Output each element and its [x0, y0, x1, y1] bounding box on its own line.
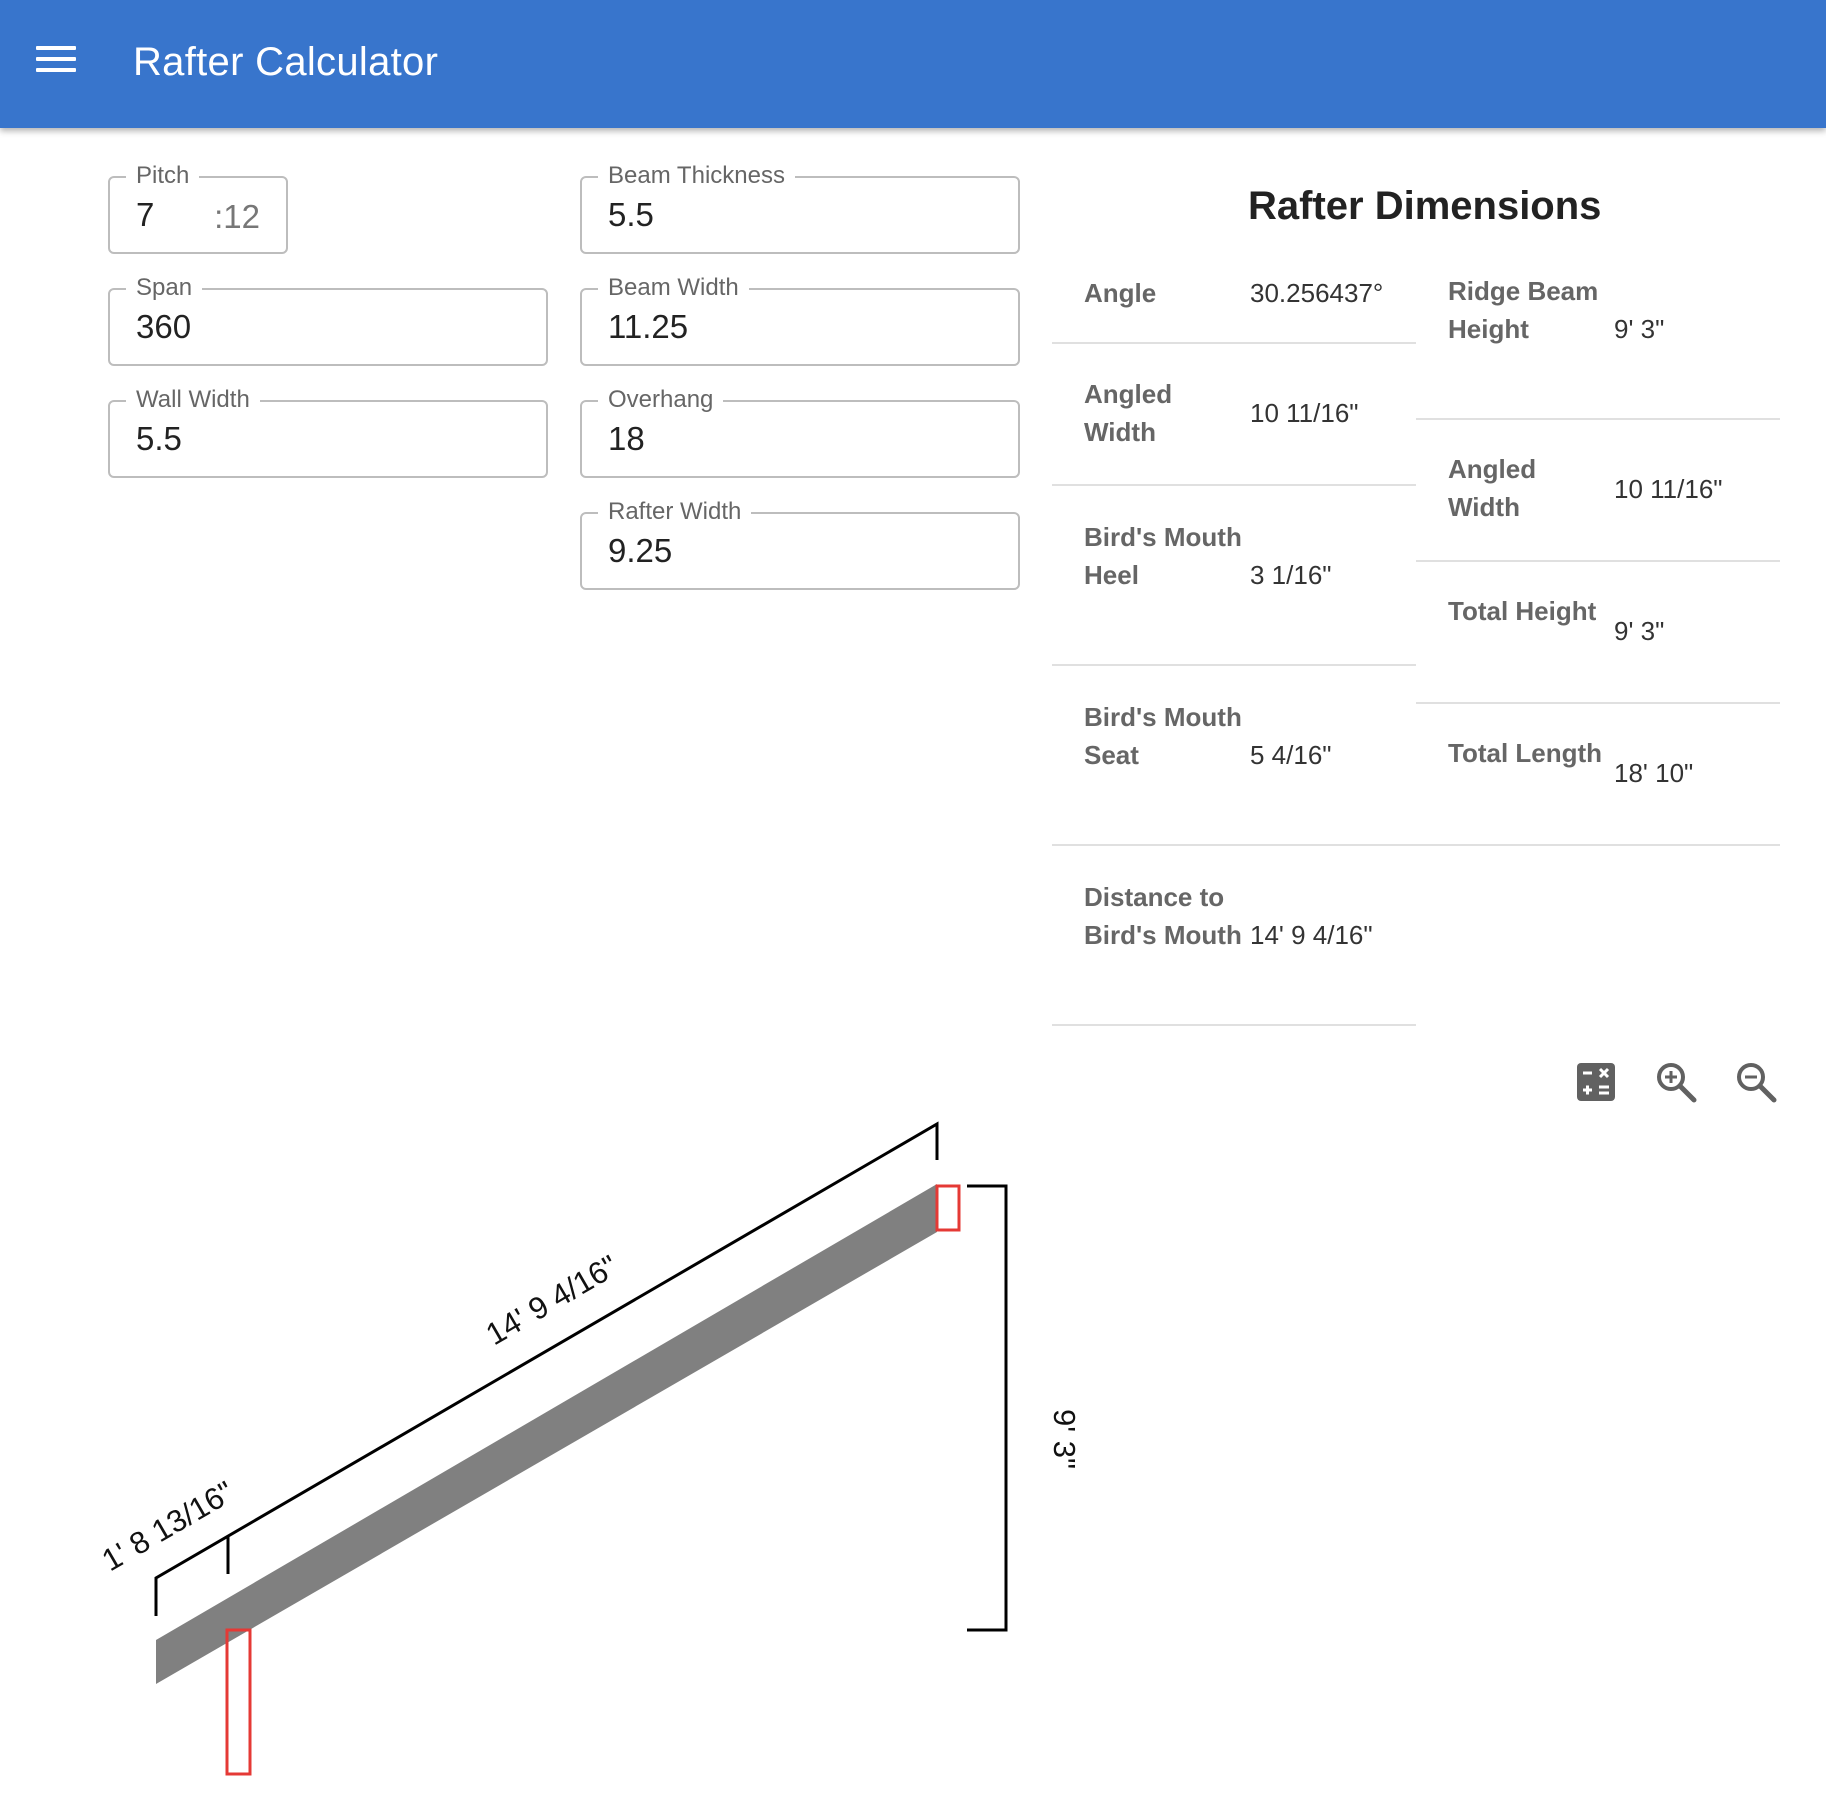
zoom-out-icon[interactable] — [1732, 1058, 1780, 1106]
result-row-ridge-beam-height: Ridge Beam Height 9' 3" — [1416, 256, 1780, 420]
beam-width-input[interactable] — [608, 308, 914, 346]
result-label: Distance to Bird's Mouth — [1084, 882, 1242, 950]
results-left-column: Angle 30.256437° Angled Width 10 11/16" … — [1052, 256, 1416, 1026]
span-label: Span — [126, 274, 203, 302]
zoom-in-icon[interactable] — [1652, 1058, 1700, 1106]
pitch-field: Pitch :12 — [108, 162, 288, 254]
calculator-icon[interactable] — [1572, 1058, 1620, 1106]
wall-beam-outline — [225, 1628, 252, 1776]
overhang-length-label: 1' 8 13/16" — [96, 1474, 240, 1578]
span-field: Span — [108, 274, 548, 366]
result-label: Angle — [1084, 278, 1157, 308]
span-input[interactable] — [136, 308, 442, 346]
rafter-diagram: 1' 8 13/16" 14' 9 4/16" 9' 3" — [96, 1121, 1082, 1776]
rafter-width-field: Rafter Width — [580, 498, 1020, 590]
pitch-label: Pitch — [126, 162, 200, 190]
result-row-distance-to-birds-mouth: Distance to Bird's Mouth 14' 9 4/16" — [1052, 846, 1416, 1026]
overhang-input[interactable] — [608, 420, 914, 458]
result-label: Total Height — [1448, 596, 1597, 626]
result-label: Ridge Beam Height — [1448, 276, 1599, 344]
pitch-suffix: :12 — [214, 198, 260, 235]
beam-width-label: Beam Width — [598, 274, 749, 302]
result-label: Angled Width — [1084, 379, 1173, 447]
result-value: 30.256437° — [1250, 278, 1384, 308]
result-label: Bird's Mouth Heel — [1084, 522, 1242, 590]
rafter-length-label: 14' 9 4/16" — [480, 1248, 624, 1352]
rafter-width-input[interactable] — [608, 532, 914, 570]
result-label: Total Length — [1448, 738, 1603, 768]
app-title: Rafter Calculator — [133, 40, 439, 84]
result-value: 9' 3" — [1614, 314, 1665, 344]
result-row-angled-width: Angled Width 10 11/16" — [1052, 344, 1416, 486]
wall-width-label: Wall Width — [126, 386, 260, 414]
overhang-field: Overhang — [580, 386, 1020, 478]
beam-width-field: Beam Width — [580, 274, 1020, 366]
results-title: Rafter Dimensions — [1248, 184, 1602, 228]
result-label: Angled Width — [1448, 454, 1537, 522]
pitch-input[interactable] — [136, 196, 196, 234]
result-row-angle: Angle 30.256437° — [1052, 256, 1416, 344]
rafter-board — [156, 1184, 937, 1684]
result-value: 14' 9 4/16" — [1250, 920, 1373, 950]
height-label: 9' 3" — [1047, 1409, 1082, 1469]
result-value: 3 1/16" — [1250, 560, 1332, 590]
wall-width-field: Wall Width — [108, 386, 548, 478]
overhang-label: Overhang — [598, 386, 724, 414]
result-row-total-height: Total Height 9' 3" — [1416, 562, 1780, 704]
result-value: 10 11/16" — [1250, 398, 1359, 428]
result-value: 10 11/16" — [1614, 474, 1723, 504]
height-dimension-bracket — [967, 1184, 1008, 1632]
result-label: Bird's Mouth Seat — [1084, 702, 1242, 770]
rafter-width-label: Rafter Width — [598, 498, 752, 526]
beam-thickness-field: Beam Thickness — [580, 162, 1020, 254]
beam-thickness-input[interactable] — [608, 196, 914, 234]
result-row-birds-mouth-heel: Bird's Mouth Heel 3 1/16" — [1052, 486, 1416, 666]
app-bar: Rafter Calculator — [0, 0, 1826, 128]
result-value: 9' 3" — [1614, 616, 1665, 646]
wall-width-input[interactable] — [136, 420, 442, 458]
ridge-beam-outline — [935, 1184, 961, 1232]
result-value: 5 4/16" — [1250, 740, 1332, 770]
result-value: 18' 10" — [1614, 758, 1694, 788]
beam-thickness-label: Beam Thickness — [598, 162, 795, 190]
length-dimension-line — [154, 1121, 939, 1616]
menu-icon[interactable] — [36, 46, 76, 82]
results-right-column: Ridge Beam Height 9' 3" Angled Width 10 … — [1416, 256, 1780, 846]
result-row-birds-mouth-seat: Bird's Mouth Seat 5 4/16" — [1052, 666, 1416, 846]
result-row-total-length: Total Length 18' 10" — [1416, 704, 1780, 846]
result-row-angled-width: Angled Width 10 11/16" — [1416, 420, 1780, 562]
